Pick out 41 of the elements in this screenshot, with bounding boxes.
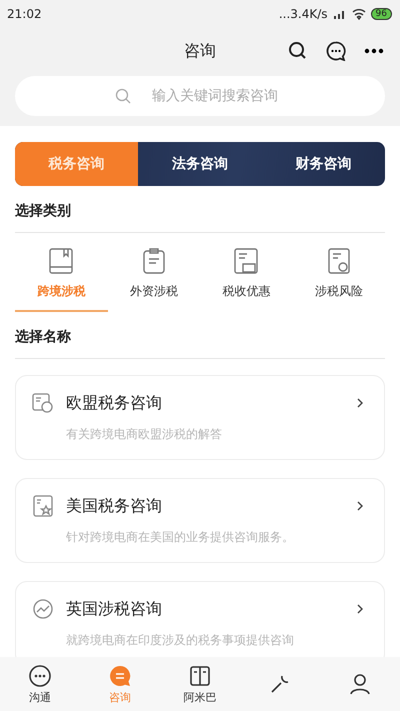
more-icon[interactable] (364, 48, 384, 54)
page-title: 咨询 (184, 40, 216, 62)
network-speed: ...3.4K/s (278, 7, 328, 21)
card-title: 欧盟税务咨询 (66, 392, 163, 414)
status-time: 21:02 (7, 7, 42, 21)
book-icon (188, 664, 212, 688)
wifi-icon (352, 8, 366, 20)
search-icon (115, 88, 131, 104)
card-title: 美国税务咨询 (66, 496, 163, 516)
section-heading: 选择类别 (15, 186, 385, 233)
chevron-icon (356, 500, 364, 512)
document-icon (233, 247, 260, 275)
category-tab[interactable]: 涉税风险 (292, 247, 385, 312)
card-description: 就跨境电商在印度涉及的税务事项提供咨询 (66, 632, 295, 649)
card-description: 有关跨境电商欧盟涉税的解答 (66, 426, 223, 443)
consult-card[interactable]: 欧盟税务咨询 有关跨境电商欧盟涉税的解答 (15, 375, 385, 460)
category-tab[interactable]: 税收优惠 (200, 247, 292, 312)
card-description: 针对跨境电商在美国的业务提供咨询服务。 (66, 529, 295, 546)
chat-bubble-icon (108, 664, 132, 688)
signal-icon (332, 8, 347, 20)
clipboard-icon (140, 247, 167, 275)
category-tab[interactable]: 外资涉税 (108, 247, 200, 312)
consult-card[interactable]: 美国税务咨询 针对跨境电商在美国的业务提供咨询服务。 (15, 478, 385, 563)
person-icon (348, 672, 372, 696)
chevron-icon (356, 603, 364, 615)
trend-circle-icon (32, 598, 54, 620)
segment-tab[interactable]: 法务咨询 (138, 142, 262, 186)
battery-level: 96 (370, 8, 392, 20)
tab-bar-item[interactable]: 沟通 (0, 657, 80, 711)
card-title: 英国涉税咨询 (66, 598, 163, 620)
book-icon (48, 247, 74, 275)
section-heading: 选择名称 (15, 312, 385, 359)
tab-bar-item[interactable]: 阿米巴 (160, 657, 240, 711)
document-chat-icon (32, 392, 54, 414)
search-field[interactable]: 输入关键词搜索咨询 (15, 76, 385, 116)
document-icon (326, 247, 352, 275)
chat-icon (28, 664, 52, 688)
message-icon[interactable] (326, 41, 346, 61)
chevron-icon (356, 397, 364, 409)
search-icon[interactable] (288, 41, 308, 61)
segment-tab[interactable]: 财务咨询 (262, 142, 385, 186)
